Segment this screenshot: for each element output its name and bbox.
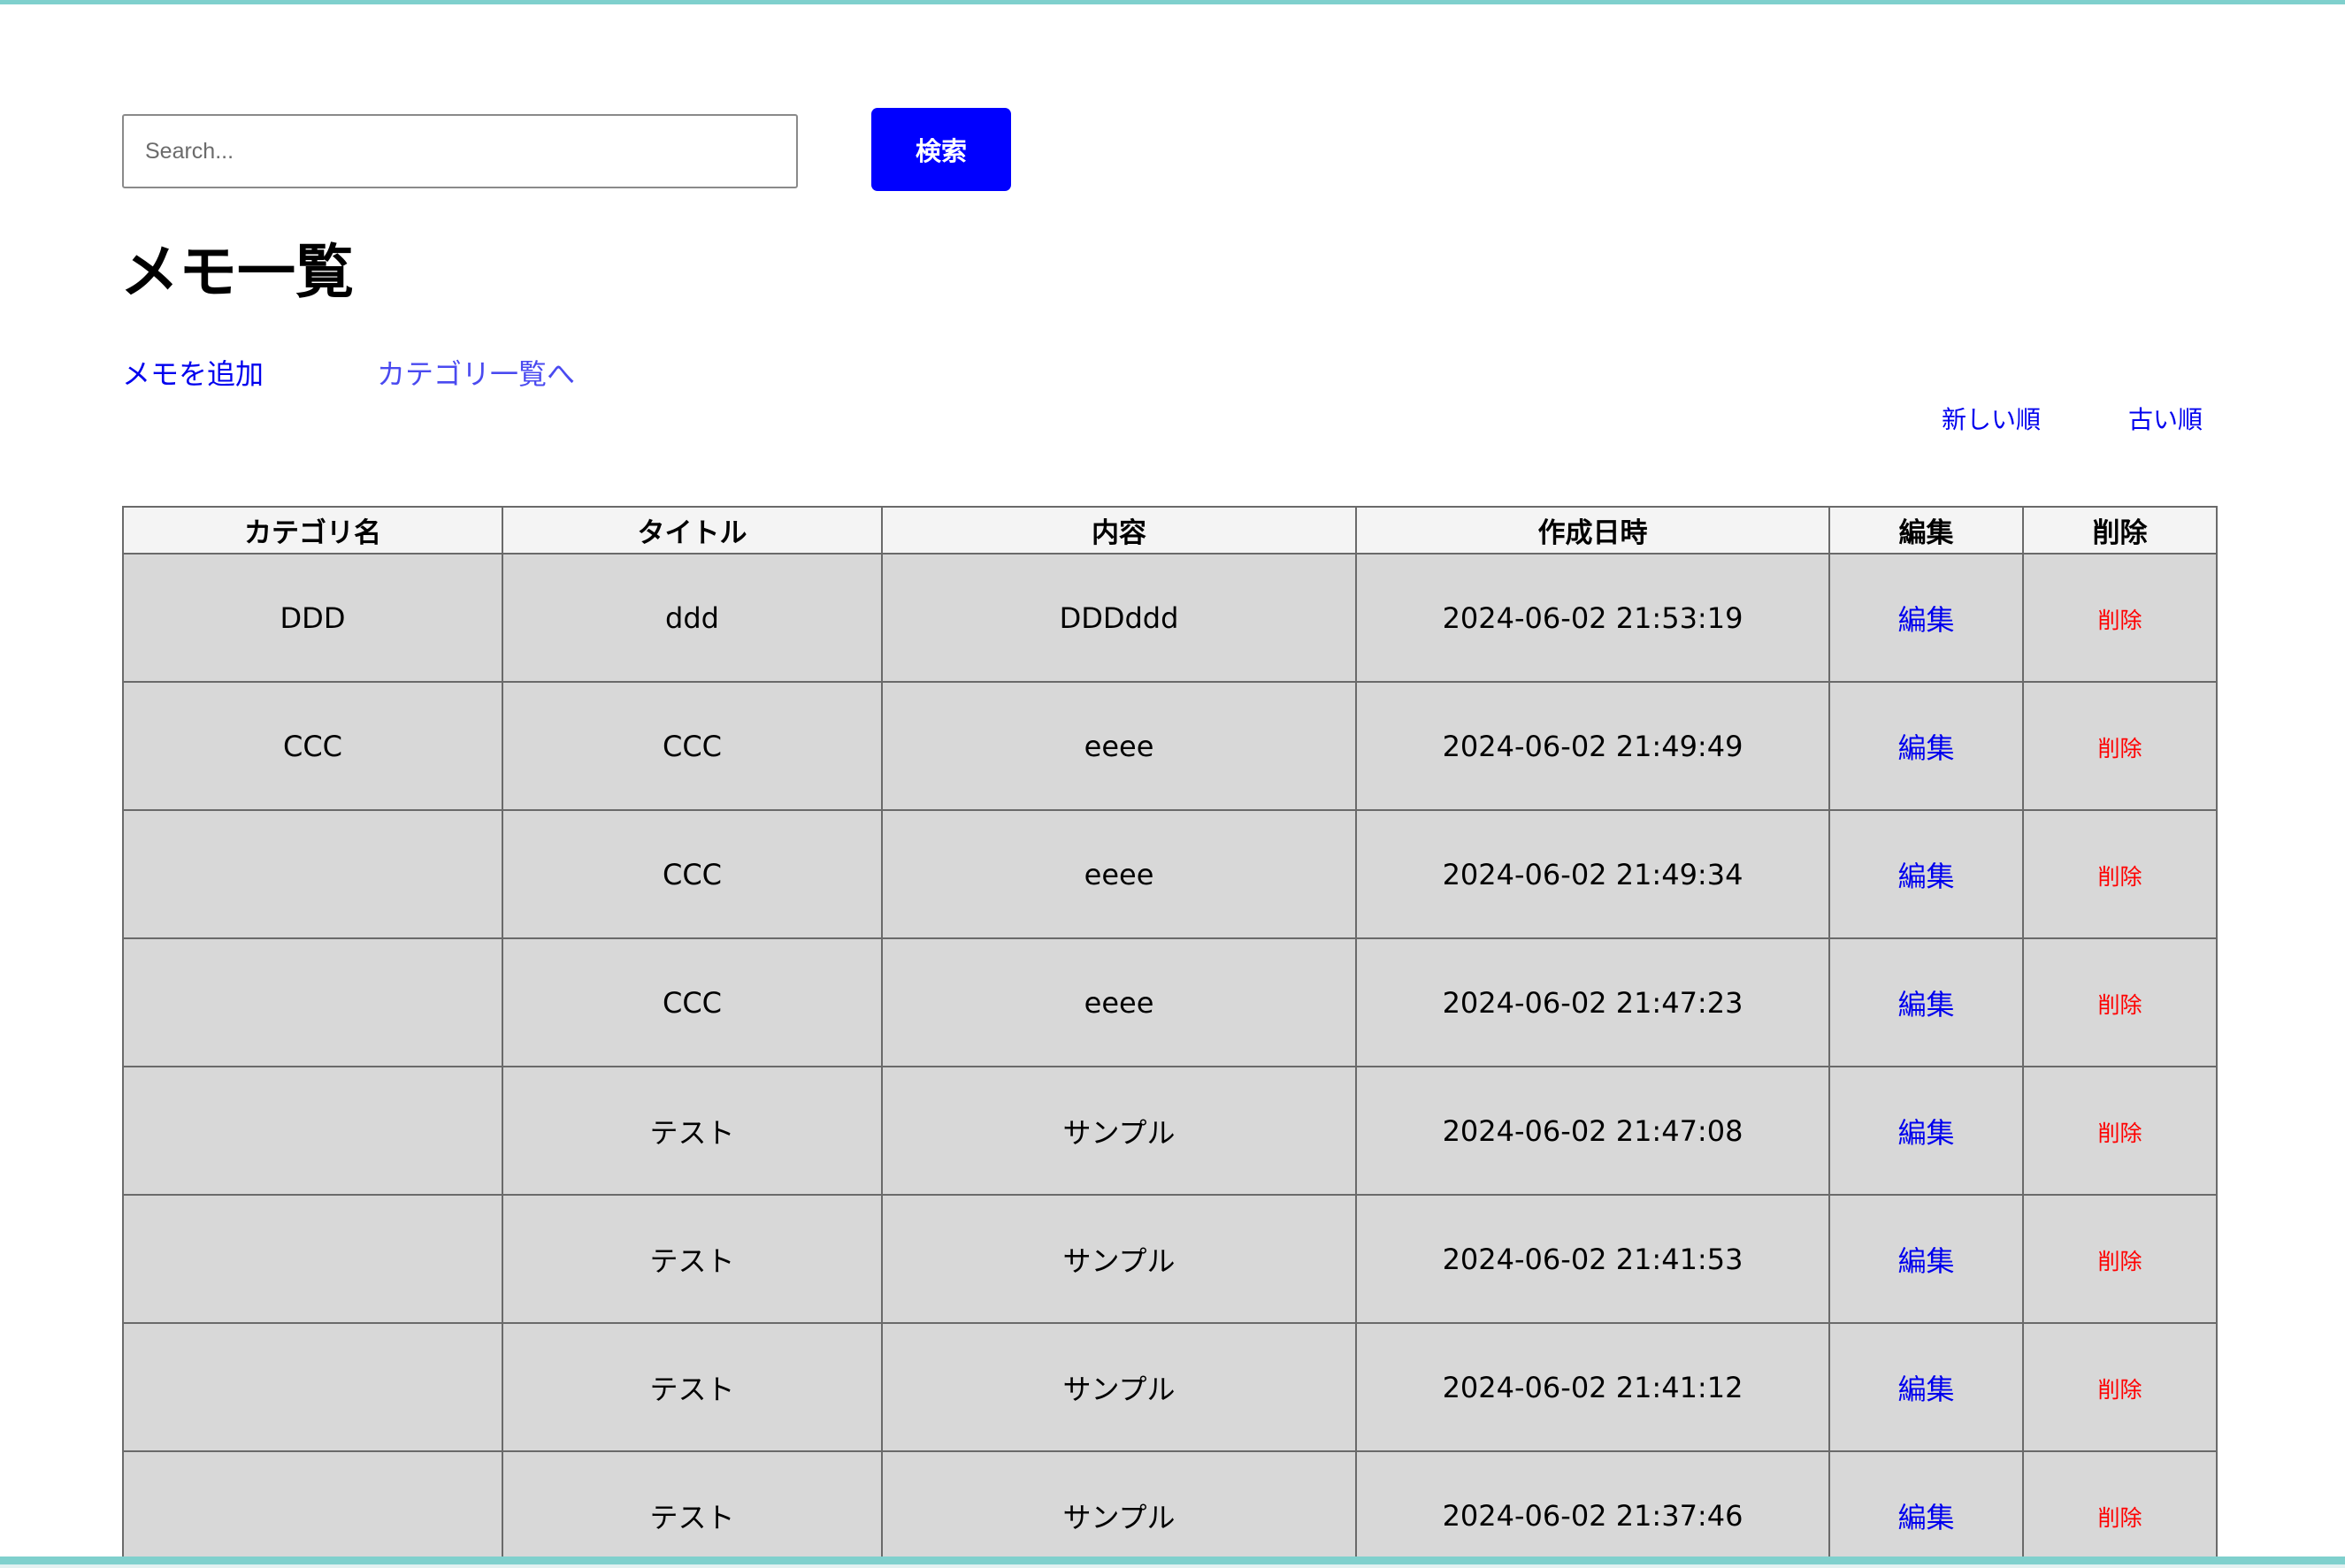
cell-category: DDD [122,553,503,683]
cell-delete: 削除 [2022,809,2218,939]
cell-delete: 削除 [2022,1066,2218,1196]
cell-delete: 削除 [2022,1450,2218,1557]
cell-delete: 削除 [2022,1322,2218,1452]
cell-content: DDDddd [881,553,1357,683]
cell-created-at: 2024-06-02 21:37:46 [1355,1450,1830,1557]
cell-title: CCC [502,937,883,1067]
table-row: テスト サンプル 2024-06-02 21:41:53 編集 削除 [122,1194,2218,1324]
edit-link[interactable]: 編集 [1897,731,1954,765]
category-list-link[interactable]: カテゴリ一覧へ [377,355,575,394]
cell-edit: 編集 [1828,809,2024,939]
cell-content: eeee [881,937,1357,1067]
cell-title: テスト [502,1194,883,1324]
cell-edit: 編集 [1828,1322,2024,1452]
header-delete: 削除 [2022,506,2218,555]
cell-delete: 削除 [2022,937,2218,1067]
table-row: テスト サンプル 2024-06-02 21:37:46 編集 削除 [122,1450,2218,1557]
delete-link[interactable]: 削除 [2097,736,2142,761]
cell-content: サンプル [881,1450,1357,1557]
table-row: テスト サンプル 2024-06-02 21:41:12 編集 削除 [122,1322,2218,1452]
header-edit: 編集 [1828,506,2024,555]
cell-title: ddd [502,553,883,683]
cell-title: テスト [502,1322,883,1452]
table-row: CCC eeee 2024-06-02 21:49:34 編集 削除 [122,809,2218,939]
sort-oldest-link[interactable]: 古い順 [2128,402,2203,438]
search-input[interactable] [122,114,798,188]
bottom-accent-border [0,1557,2345,1564]
cell-delete: 削除 [2022,553,2218,683]
table-row: CCC eeee 2024-06-02 21:47:23 編集 削除 [122,937,2218,1067]
edit-link[interactable]: 編集 [1897,860,1954,893]
cell-category [122,1322,503,1452]
edit-link[interactable]: 編集 [1897,988,1954,1021]
cell-delete: 削除 [2022,1194,2218,1324]
cell-created-at: 2024-06-02 21:41:12 [1355,1322,1830,1452]
cell-edit: 編集 [1828,681,2024,811]
edit-link[interactable]: 編集 [1897,1501,1954,1534]
delete-link[interactable]: 削除 [2097,992,2142,1018]
cell-edit: 編集 [1828,1066,2024,1196]
cell-category: CCC [122,681,503,811]
add-memo-link[interactable]: メモを追加 [122,355,264,394]
sort-newest-link[interactable]: 新しい順 [1942,402,2041,438]
cell-content: eeee [881,809,1357,939]
cell-title: テスト [502,1450,883,1557]
cell-category [122,1066,503,1196]
cell-content: サンプル [881,1066,1357,1196]
cell-edit: 編集 [1828,1450,2024,1557]
cell-edit: 編集 [1828,1194,2024,1324]
cell-title: テスト [502,1066,883,1196]
delete-link[interactable]: 削除 [2097,1505,2142,1531]
cell-created-at: 2024-06-02 21:41:53 [1355,1194,1830,1324]
cell-created-at: 2024-06-02 21:53:19 [1355,553,1830,683]
cell-content: eeee [881,681,1357,811]
edit-link[interactable]: 編集 [1897,1373,1954,1406]
header-created-at: 作成日時 [1355,506,1830,555]
delete-link[interactable]: 削除 [2097,864,2142,890]
cell-created-at: 2024-06-02 21:47:23 [1355,937,1830,1067]
table-row: テスト サンプル 2024-06-02 21:47:08 編集 削除 [122,1066,2218,1196]
page-viewport: 検索 メモ一覧 メモを追加 カテゴリ一覧へ 新しい順 古い順 カテゴリ名 タイト… [0,4,2345,1557]
page-title: メモ一覧 [120,238,354,306]
cell-edit: 編集 [1828,553,2024,683]
cell-category [122,937,503,1067]
header-title: タイトル [502,506,883,555]
cell-created-at: 2024-06-02 21:49:49 [1355,681,1830,811]
delete-link[interactable]: 削除 [2097,1249,2142,1274]
table-row: CCC CCC eeee 2024-06-02 21:49:49 編集 削除 [122,681,2218,811]
cell-delete: 削除 [2022,681,2218,811]
bottom-border-shadow [0,1564,2345,1568]
cell-content: サンプル [881,1194,1357,1324]
edit-link[interactable]: 編集 [1897,603,1954,637]
cell-category [122,809,503,939]
cell-created-at: 2024-06-02 21:49:34 [1355,809,1830,939]
search-button[interactable]: 検索 [871,108,1011,191]
cell-created-at: 2024-06-02 21:47:08 [1355,1066,1830,1196]
memo-table: カテゴリ名 タイトル 内容 作成日時 編集 削除 DDD ddd DDDddd … [122,506,2218,1557]
cell-category [122,1194,503,1324]
edit-link[interactable]: 編集 [1897,1116,1954,1150]
delete-link[interactable]: 削除 [2097,1377,2142,1403]
delete-link[interactable]: 削除 [2097,608,2142,633]
header-content: 内容 [881,506,1357,555]
cell-category [122,1450,503,1557]
edit-link[interactable]: 編集 [1897,1244,1954,1278]
header-category: カテゴリ名 [122,506,503,555]
table-row: DDD ddd DDDddd 2024-06-02 21:53:19 編集 削除 [122,553,2218,683]
cell-title: CCC [502,809,883,939]
cell-content: サンプル [881,1322,1357,1452]
cell-title: CCC [502,681,883,811]
cell-edit: 編集 [1828,937,2024,1067]
delete-link[interactable]: 削除 [2097,1121,2142,1146]
table-header-row: カテゴリ名 タイトル 内容 作成日時 編集 削除 [122,506,2218,555]
